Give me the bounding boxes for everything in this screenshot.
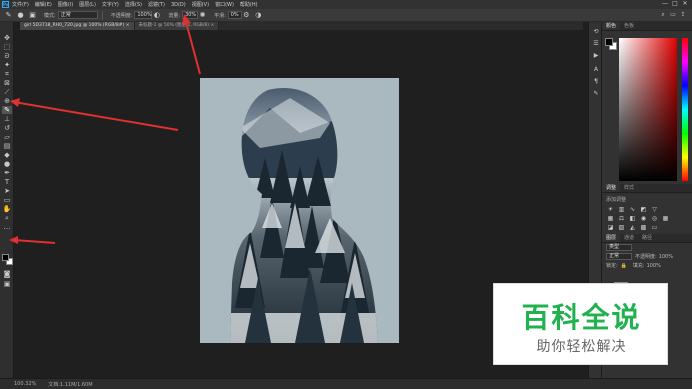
watermark-title: 百科全说 — [521, 301, 642, 334]
arrow-to-brush-tool — [13, 101, 179, 131]
arrowhead-swatch — [9, 236, 18, 244]
watermark-logo: 百科全说 助你轻松解决 — [493, 283, 668, 365]
arrow-to-flow-field — [185, 21, 201, 75]
arrowhead-flow — [182, 14, 191, 25]
arrowhead-brush — [10, 98, 20, 107]
watermark-subtitle: 助你轻松解决 — [536, 339, 627, 355]
arrow-to-color-swatch — [13, 239, 56, 244]
